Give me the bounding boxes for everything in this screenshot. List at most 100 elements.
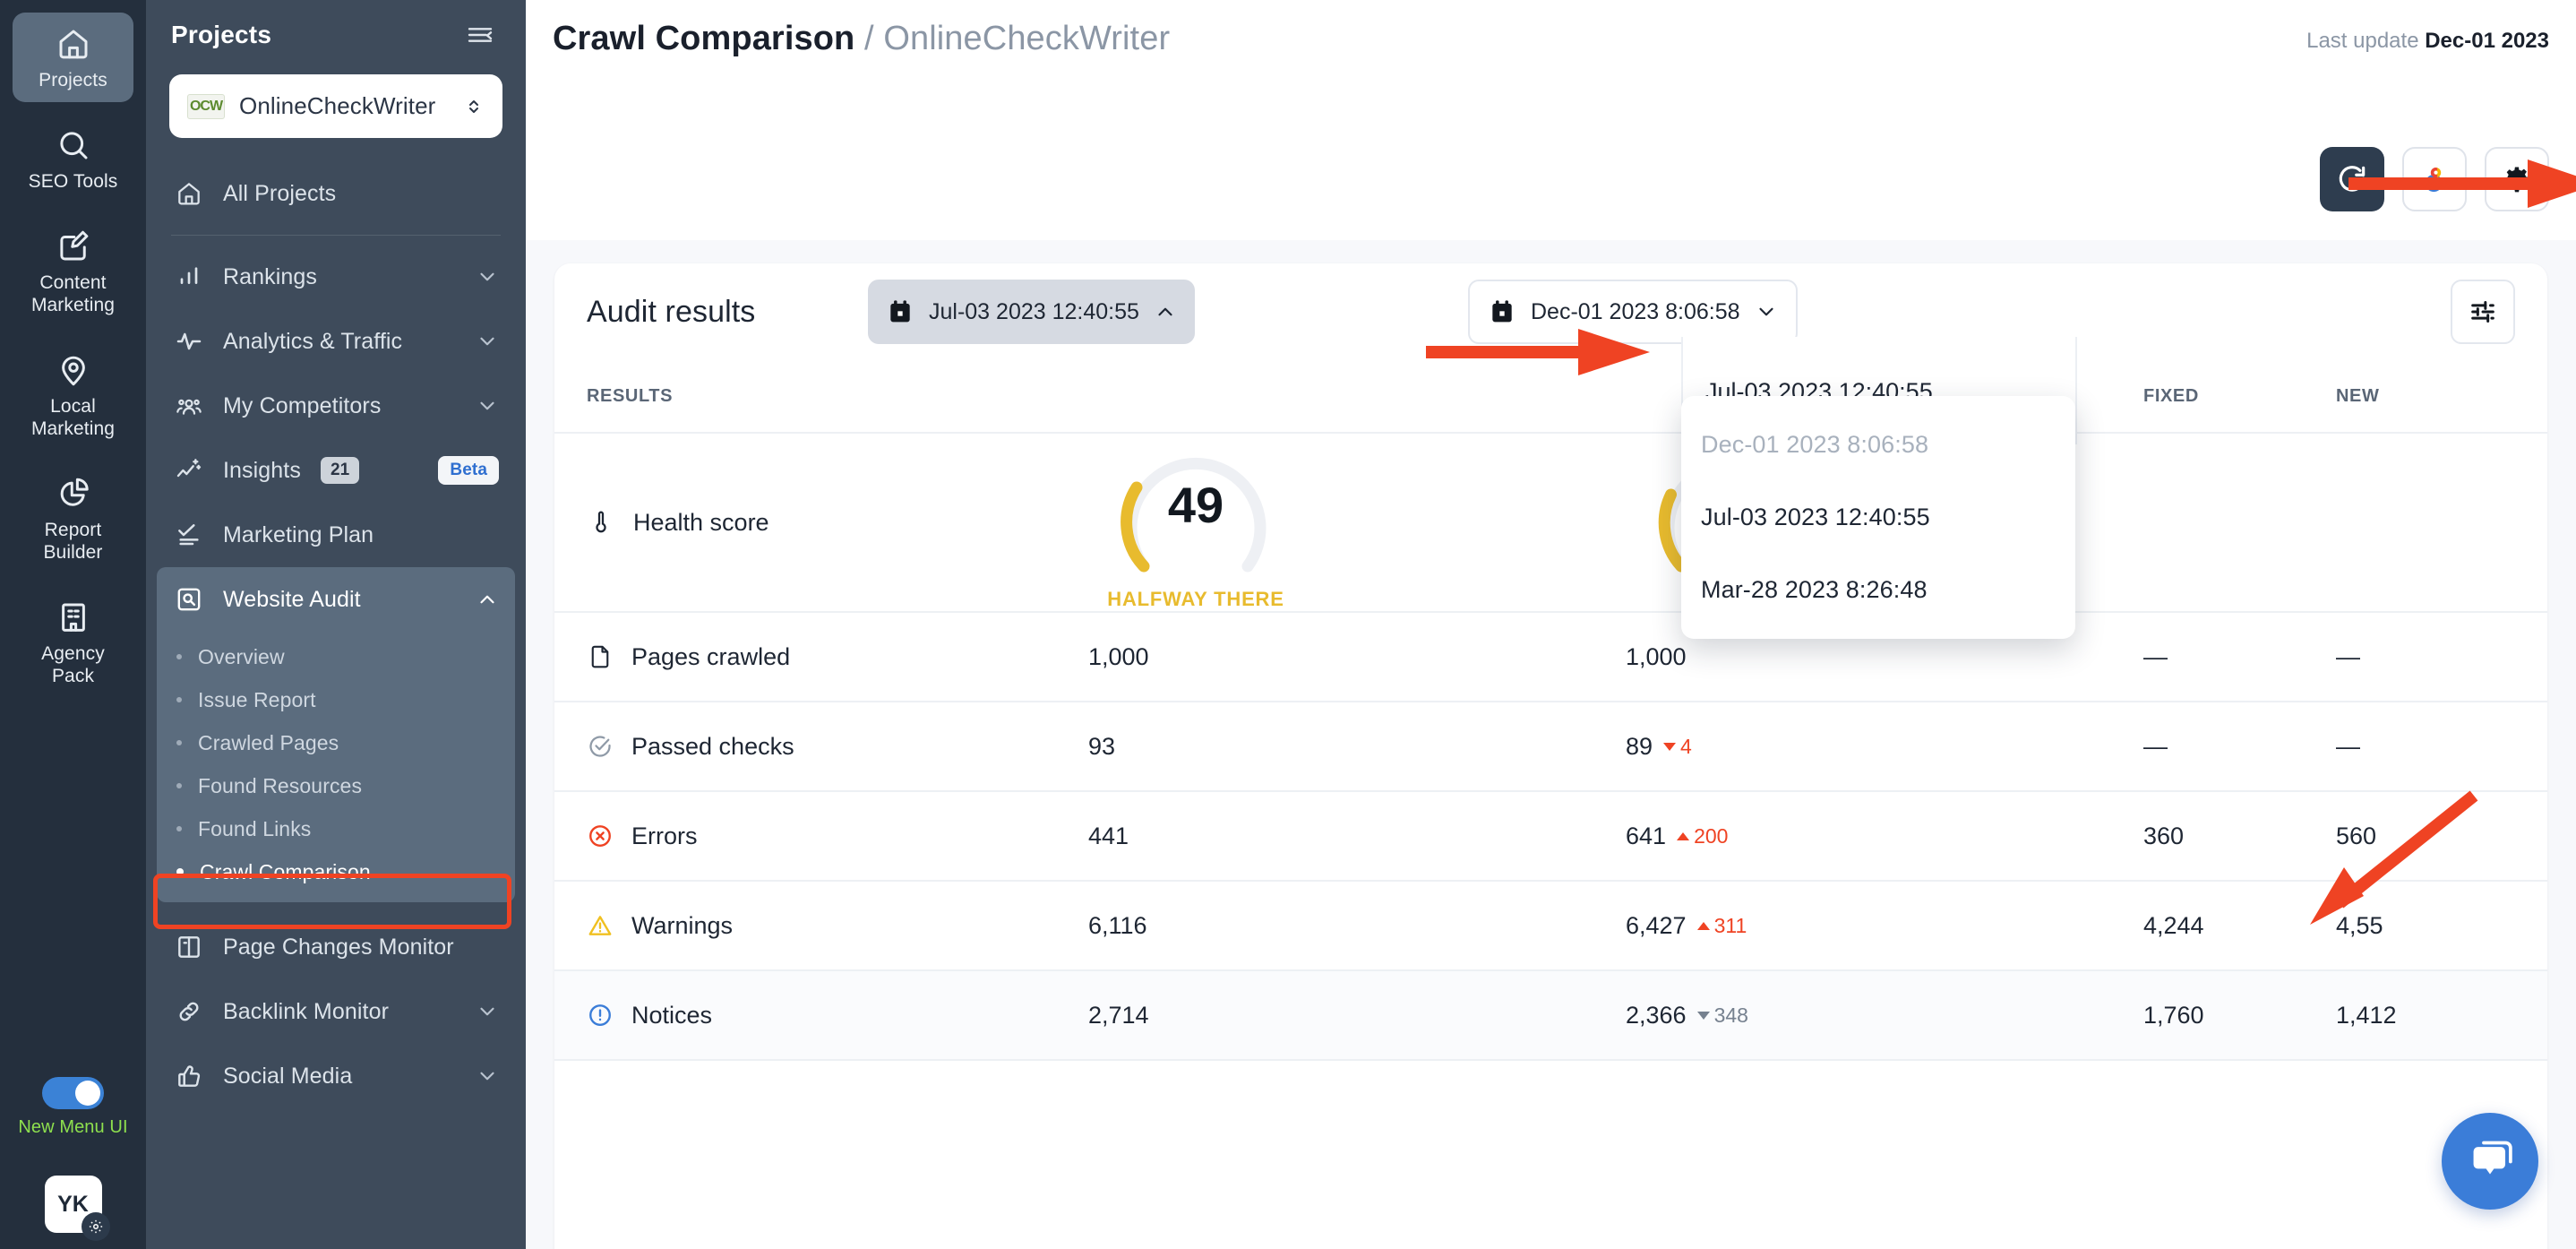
main-content: Crawl Comparison / OnlineCheckWriter Las… <box>526 0 2576 1249</box>
row-value-left: 6,116 <box>1088 911 1147 939</box>
nav-item-label: Backlink Monitor <box>223 998 389 1024</box>
row-value-right: 1,000 <box>1626 642 1687 670</box>
audit-results-card: Audit results Jul-03 2023 12:40:55 Dec-0… <box>554 263 2547 1249</box>
date-selector-right[interactable]: Dec-01 2023 8:06:58 <box>1468 280 1798 344</box>
row-value-left: 93 <box>1088 732 1116 760</box>
sub-item-label: Issue Report <box>198 687 316 711</box>
breadcrumb-project: OnlineCheckWriter <box>883 20 1171 57</box>
nav-item-analytics-traffic[interactable]: Analytics & Traffic <box>146 309 526 374</box>
triangle-down-icon <box>1696 1011 1710 1020</box>
rail-item-local-marketing[interactable]: Local Marketing <box>13 339 133 451</box>
sub-item-label: Crawled Pages <box>198 730 339 754</box>
sidebar-item-crawl-comparison[interactable]: Crawl Comparison <box>157 850 515 893</box>
chevron-down-icon <box>480 1072 494 1081</box>
bullet-icon <box>176 697 182 702</box>
row-delta-value: 348 <box>1713 1003 1748 1027</box>
rail-item-label: Local Marketing <box>30 396 116 439</box>
dropdown-option-dec-01[interactable]: Dec-01 2023 8:06:58 <box>1681 409 2075 481</box>
audit-icon <box>177 588 201 611</box>
nav-item-all-projects[interactable]: All Projects <box>146 161 526 226</box>
card-header: Audit results Jul-03 2023 12:40:55 Dec-0… <box>554 263 2547 360</box>
nav-item-label: Website Audit <box>223 586 361 612</box>
google-analytics-button[interactable] <box>2402 147 2467 211</box>
row-value-new: — <box>2336 732 2360 760</box>
chevron-down-icon <box>480 337 494 346</box>
sidebar-item-found-links[interactable]: Found Links <box>157 807 515 850</box>
chat-bubble-icon <box>2473 1141 2512 1175</box>
new-menu-ui-toggle[interactable] <box>41 1077 104 1109</box>
nav-item-label: All Projects <box>223 180 337 206</box>
refresh-button[interactable] <box>2320 147 2384 211</box>
gear-icon <box>2504 167 2529 193</box>
panel-nav: All Projects Rankings Analytics & Traffi… <box>146 161 526 1108</box>
sidebar-item-crawled-pages[interactable]: Crawled Pages <box>157 721 515 764</box>
row-value-fixed: 1,760 <box>2143 1001 2204 1029</box>
date-selector-right-value: Dec-01 2023 8:06:58 <box>1531 298 1740 324</box>
settings-button[interactable] <box>2485 147 2549 211</box>
rail-item-label: Projects <box>39 70 107 90</box>
filter-sliders-icon <box>2471 301 2494 323</box>
row-value-fixed: — <box>2143 642 2168 670</box>
link-icon <box>179 1002 199 1021</box>
project-selector[interactable]: OCW OnlineCheckWriter <box>169 74 502 138</box>
calendar-icon <box>890 300 910 323</box>
toggle-knob <box>74 1081 100 1106</box>
table-row-health-score: Health score 49 HALFWAY THERE <box>554 434 2547 613</box>
rail-item-report-builder[interactable]: Report Builder <box>13 462 133 574</box>
gear-icon <box>89 1219 102 1234</box>
sidebar-item-overview[interactable]: Overview <box>157 635 515 678</box>
row-delta-value: 200 <box>1694 823 1729 848</box>
nav-item-rankings[interactable]: Rankings <box>146 245 526 309</box>
gauge-left-arc: 49 <box>1106 434 1285 577</box>
nav-item-marketing-plan[interactable]: Marketing Plan <box>146 503 526 567</box>
nav-item-page-changes-monitor[interactable]: Page Changes Monitor <box>146 915 526 979</box>
bullet-icon <box>176 868 184 875</box>
row-label-passed-checks: Passed checks <box>587 733 1088 761</box>
bullet-icon <box>176 740 182 745</box>
website-audit-submenu: Overview Issue Report Crawled Pages Foun… <box>157 632 515 902</box>
row-value-left: 1,000 <box>1088 642 1149 670</box>
checklist-icon <box>178 524 199 546</box>
rail-item-content-marketing[interactable]: Content Marketing <box>13 215 133 327</box>
table-row: Passed checks 93 89 4 — — <box>554 702 2547 792</box>
row-value-right: 89 <box>1626 732 1653 760</box>
rail-item-seo-tools[interactable]: SEO Tools <box>13 114 133 203</box>
table-header-row: RESULTS FIXED NEW <box>554 360 2547 434</box>
thermometer-icon <box>596 511 606 533</box>
rail-item-agency-pack[interactable]: Agency Pack <box>13 586 133 698</box>
edit-icon <box>59 230 88 261</box>
sidebar-item-issue-report[interactable]: Issue Report <box>157 678 515 721</box>
row-label-notices: Notices <box>587 1002 1088 1029</box>
nav-item-website-audit[interactable]: Website Audit <box>157 567 515 632</box>
nav-item-insights[interactable]: Insights 21 Beta <box>146 438 526 503</box>
health-score-left-value: 49 <box>1167 477 1224 533</box>
row-delta: 4 <box>1663 735 1692 759</box>
row-label-warnings: Warnings <box>587 912 1088 940</box>
calendar-icon <box>1492 300 1512 323</box>
date-selector-left[interactable]: Jul-03 2023 12:40:55 <box>868 280 1195 344</box>
row-label: Warnings <box>631 911 734 939</box>
nav-item-social-media[interactable]: Social Media <box>146 1044 526 1108</box>
avatar-settings-badge[interactable] <box>81 1212 110 1241</box>
collapse-menu-button[interactable] <box>465 20 495 50</box>
nav-item-backlink-monitor[interactable]: Backlink Monitor <box>146 979 526 1044</box>
icon-rail: Projects SEO Tools Content Marketing Loc… <box>0 0 146 1249</box>
row-delta-value: 311 <box>1713 913 1747 937</box>
nav-item-label: Page Changes Monitor <box>223 934 454 960</box>
bullet-icon <box>176 826 182 831</box>
dropdown-option-mar-28[interactable]: Mar-28 2023 8:26:48 <box>1681 554 2075 626</box>
project-logo: OCW <box>187 93 225 119</box>
avatar[interactable]: YK <box>44 1176 110 1241</box>
rail-item-projects[interactable]: Projects <box>13 13 133 102</box>
filter-button[interactable] <box>2451 280 2515 344</box>
dropdown-option-jul-03[interactable]: Jul-03 2023 12:40:55 <box>1681 481 2075 554</box>
rail-item-label: Report Builder <box>43 520 103 563</box>
chat-button[interactable] <box>2442 1113 2538 1210</box>
people-icon <box>176 399 202 415</box>
sidebar-item-found-resources[interactable]: Found Resources <box>157 764 515 807</box>
thumbs-up-icon <box>178 1065 201 1087</box>
row-label-errors: Errors <box>587 823 1088 850</box>
nav-item-my-competitors[interactable]: My Competitors <box>146 374 526 438</box>
row-delta: 311 <box>1696 913 1747 938</box>
row-label: Notices <box>631 1001 713 1029</box>
